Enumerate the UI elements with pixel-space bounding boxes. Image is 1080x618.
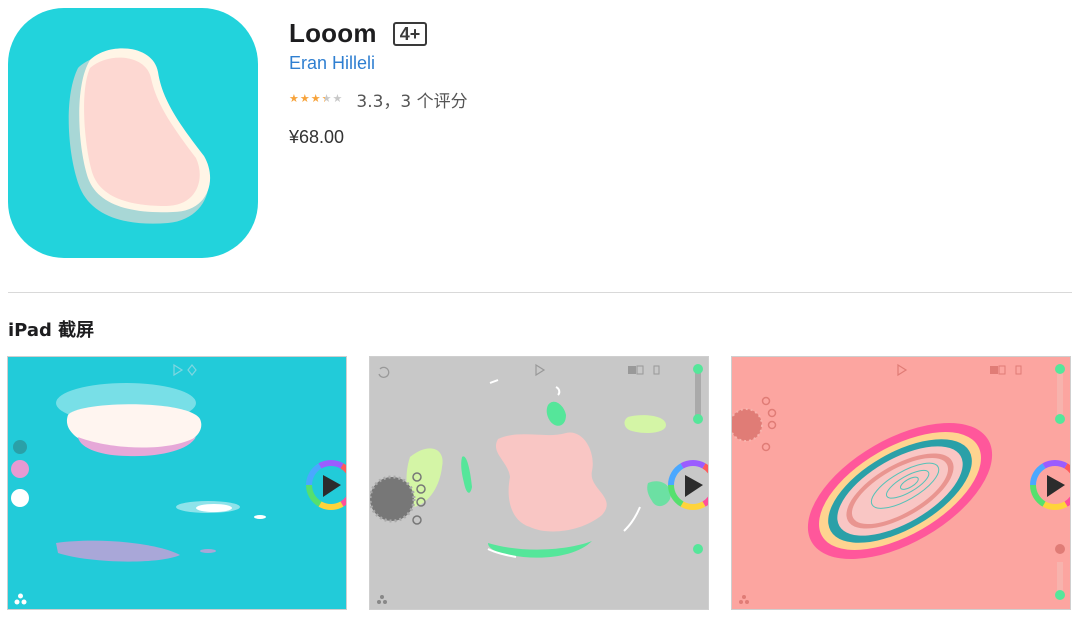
age-rating-badge: 4+ [393,22,427,46]
star-icon: ★ [310,92,321,105]
app-icon [8,8,258,258]
star-icon: ★ [299,92,310,105]
developer-link[interactable]: Eran Hilleli [289,53,375,74]
layer-buttons [11,440,29,507]
record-controls-icon [990,365,1022,375]
screenshot-2[interactable] [369,356,709,610]
rating-row: ★ ★ ★ ★ ★ 3.3，3 个评分 [289,88,468,112]
divider [8,292,1072,293]
star-half-icon: ★ [321,92,332,105]
screenshot-1[interactable] [7,356,347,610]
screenshots-section-title: iPad 截屏 [8,320,95,341]
app-title: Looom [289,18,377,48]
price[interactable]: ¥68.00 [289,127,344,148]
star-empty-icon: ★ [332,92,343,105]
star-icon: ★ [289,92,299,105]
screenshot-3[interactable] [731,356,1071,610]
record-controls-icon [628,365,660,375]
app-icon-artwork [8,8,258,258]
rating-summary: 3.3，3 个评分 [356,91,468,112]
star-rating: ★ ★ ★ ★ ★ [289,92,343,105]
